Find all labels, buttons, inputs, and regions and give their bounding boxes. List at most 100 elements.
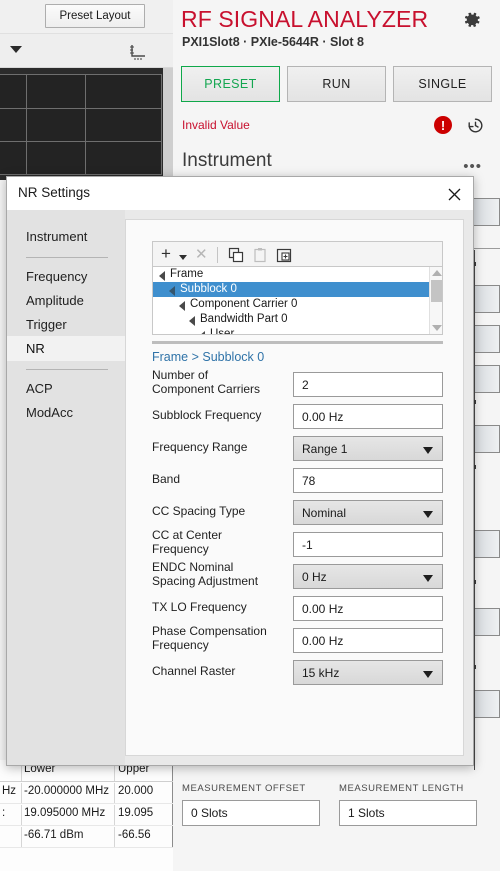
label-band: Band (152, 472, 181, 486)
cell-upper: 19.095 (118, 807, 154, 819)
transport-button-row: PRESET RUN SINGLE (181, 66, 492, 102)
copy-icon[interactable] (228, 247, 245, 264)
status-row: Invalid Value ! (181, 114, 492, 140)
nr-settings-dialog: NR Settings Instrument Frequency Amplitu… (6, 176, 474, 766)
gear-icon[interactable] (462, 10, 482, 30)
cell-lower: 19.095000 MHz (24, 807, 106, 819)
tree-node-bandwidth-part-0[interactable]: Bandwidth Part 0 (153, 312, 442, 327)
graph-scroll-strip[interactable] (163, 68, 173, 180)
input-cc-at-center-frequency[interactable]: -1 (293, 532, 443, 557)
tree-toolbar: + ✕ (152, 241, 443, 267)
spectrum-graph[interactable] (0, 68, 173, 180)
chevron-down-icon (423, 575, 433, 582)
dialog-title-bar[interactable]: NR Settings (7, 177, 473, 210)
add-icon[interactable]: + (161, 245, 171, 262)
tree-node-frame[interactable]: Frame (153, 267, 442, 282)
sidebar-item-amplitude[interactable]: Amplitude (7, 288, 125, 313)
label-cc-spacing-type: CC Spacing Type (152, 504, 246, 518)
page-title: RF SIGNAL ANALYZER (181, 6, 429, 32)
left-sub-toolbar (0, 34, 173, 68)
preset-layout-button[interactable]: Preset Layout (45, 4, 145, 28)
label-channel-raster: Channel Raster (152, 664, 236, 678)
sidebar-item-instrument[interactable]: Instrument (7, 224, 125, 249)
tree-node-label: Component Carrier 0 (190, 298, 298, 310)
close-icon[interactable] (441, 182, 467, 206)
cell-lower: -66.71 dBm (24, 829, 84, 841)
dialog-title: NR Settings (18, 185, 91, 200)
cell-lower: -20.000000 MHz (24, 785, 110, 797)
scroll-up-icon[interactable] (432, 270, 442, 276)
measurement-offset-input[interactable]: 0 Slots (182, 800, 320, 826)
add-item-icon[interactable] (276, 247, 293, 264)
input-phase-compensation-frequency[interactable]: 0.00 Hz (293, 628, 443, 653)
table-row[interactable]: Hz -20.000000 MHz 20.000 (0, 782, 173, 804)
sidebar-item-trigger[interactable]: Trigger (7, 312, 125, 337)
preset-button[interactable]: PRESET (181, 66, 280, 102)
background-field (471, 198, 500, 226)
label-tx-lo-frequency: TX LO Frequency (152, 600, 247, 614)
results-table[interactable]: Lower Upper Hz -20.000000 MHz 20.000 : 1… (0, 760, 173, 871)
overflow-menu-icon[interactable]: ••• (463, 158, 482, 175)
label-subblock-frequency: Subblock Frequency (152, 408, 262, 422)
paste-icon (252, 247, 269, 264)
run-button[interactable]: RUN (287, 66, 386, 102)
chevron-down-icon (423, 671, 433, 678)
table-empty-area (0, 848, 173, 871)
dialog-content: + ✕ Frame Subblock 0 Component Carrier 0… (125, 219, 464, 756)
background-field (471, 325, 500, 353)
table-row[interactable]: : 19.095000 MHz 19.095 (0, 804, 173, 826)
device-subtitle: PXI1Slot8 · PXIe-5644R · Slot 8 (182, 35, 365, 49)
input-subblock-frequency[interactable]: 0.00 Hz (293, 404, 443, 429)
label-frequency-range: Frequency Range (152, 440, 248, 454)
tree-node-user[interactable]: User (153, 327, 442, 334)
status-message: Invalid Value (182, 118, 250, 132)
scrollbar-thumb[interactable] (431, 280, 442, 302)
tree-node-component-carrier-0[interactable]: Component Carrier 0 (153, 297, 442, 312)
tree-node-subblock-0[interactable]: Subblock 0 (153, 282, 442, 297)
sidebar-item-modacc[interactable]: ModAcc (7, 400, 125, 425)
select-endc-nominal-spacing-adjustment[interactable]: 0 Hz (293, 564, 443, 589)
select-value: Nominal (302, 505, 347, 520)
sidebar-item-nr[interactable]: NR (7, 336, 125, 361)
select-frequency-range[interactable]: Range 1 (293, 436, 443, 461)
chevron-down-icon[interactable] (10, 46, 22, 53)
section-header: Instrument (182, 150, 272, 171)
tree-splitter[interactable] (152, 341, 443, 344)
left-toolbar: Preset Layout (0, 0, 173, 34)
chevron-down-icon[interactable] (179, 255, 187, 260)
label-cc-at-center-frequency: CC at Center Frequency (152, 528, 223, 556)
tree-scrollbar[interactable] (429, 267, 442, 334)
table-row[interactable]: -66.71 dBm -66.56 (0, 826, 173, 848)
single-button[interactable]: SINGLE (393, 66, 492, 102)
graph-plot-area (0, 74, 162, 175)
select-value: Range 1 (302, 441, 348, 456)
background-vertical-line (474, 250, 475, 770)
axis-scale-icon[interactable] (128, 43, 148, 61)
cell-upper: -66.56 (118, 829, 151, 841)
input-band[interactable]: 78 (293, 468, 443, 493)
measurement-length-input[interactable]: 1 Slots (339, 800, 477, 826)
cell-label: Hz (2, 785, 17, 797)
error-icon[interactable]: ! (434, 116, 452, 134)
history-icon[interactable] (466, 116, 485, 135)
frame-tree[interactable]: Frame Subblock 0 Component Carrier 0 Ban… (152, 267, 443, 335)
sidebar-item-frequency[interactable]: Frequency (7, 264, 125, 289)
measurement-length-label: MEASUREMENT LENGTH (339, 783, 464, 794)
select-channel-raster[interactable]: 15 kHz (293, 660, 443, 685)
chevron-down-icon (423, 511, 433, 518)
toolbar-divider (217, 247, 218, 263)
sidebar-divider (26, 369, 108, 370)
input-number-of-component-carriers[interactable]: 2 (293, 372, 443, 397)
input-tx-lo-frequency[interactable]: 0.00 Hz (293, 596, 443, 621)
label-number-of-component-carriers: Number of Component Carriers (152, 368, 261, 396)
chevron-down-icon (423, 447, 433, 454)
select-cc-spacing-type[interactable]: Nominal (293, 500, 443, 525)
background-field (471, 690, 500, 718)
breadcrumb[interactable]: Frame > Subblock 0 (152, 350, 264, 364)
dialog-body: Instrument Frequency Amplitude Trigger N… (7, 210, 473, 765)
sidebar-item-acp[interactable]: ACP (7, 376, 125, 401)
cell-upper: 20.000 (118, 785, 154, 797)
tree-node-label: Subblock 0 (180, 283, 237, 295)
tree-node-label: Bandwidth Part 0 (200, 313, 288, 325)
scroll-down-icon[interactable] (432, 325, 442, 331)
